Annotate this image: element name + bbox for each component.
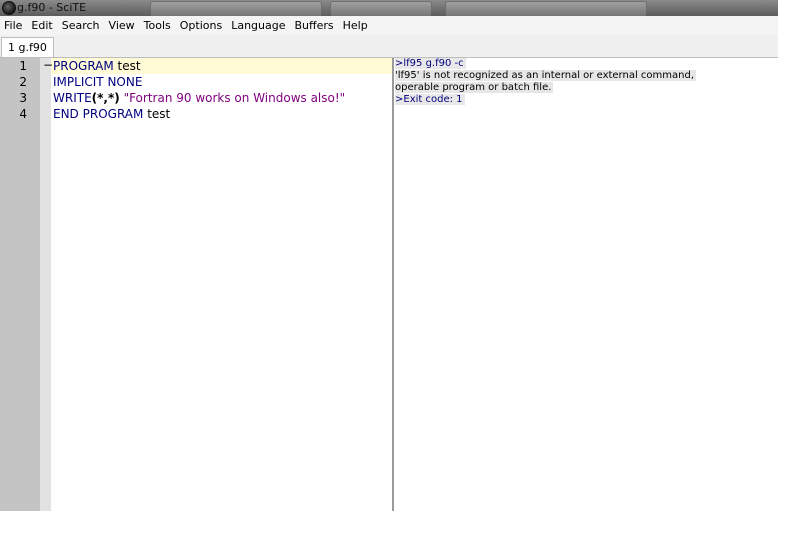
code-text: IMPLICIT NONE — [53, 74, 142, 90]
code-text: PROGRAM test — [53, 58, 141, 74]
code-text: END PROGRAM test — [53, 106, 170, 122]
scite-app-icon[interactable] — [2, 1, 16, 15]
code-token: NONE — [107, 75, 143, 89]
output-line: >lf95 g.f90 -c — [394, 58, 778, 70]
code-token: (*,*) — [91, 91, 120, 105]
code-token: WRITE — [53, 91, 92, 105]
menu-file[interactable]: File — [0, 16, 27, 35]
background-taskbar-item — [330, 1, 432, 17]
code-token: IMPLICIT — [53, 75, 104, 89]
window-title: g.f90 - SciTE — [17, 1, 87, 14]
code-line[interactable]: 1 − PROGRAM test — [0, 58, 392, 74]
menu-options[interactable]: Options — [176, 16, 227, 35]
code-token: PROGRAM — [53, 59, 114, 73]
output-text: >Exit code: 1 — [395, 94, 465, 105]
menu-bar: File Edit Search View Tools Options Lang… — [0, 16, 778, 36]
menu-search[interactable]: Search — [58, 16, 105, 35]
line-number: 4 — [19, 107, 27, 121]
output-line: 'lf95' is not recognized as an internal … — [394, 70, 778, 82]
fold-marker-icon[interactable]: − — [43, 58, 53, 73]
code-token: test — [113, 59, 141, 73]
menu-help[interactable]: Help — [339, 16, 373, 35]
code-line[interactable]: 2 IMPLICIT NONE — [0, 74, 392, 90]
output-text: operable program or batch file. — [395, 82, 554, 93]
code-token: PROGRAM — [82, 107, 144, 121]
output-text: >lf95 g.f90 -c — [395, 58, 466, 69]
code-line[interactable]: 4 END PROGRAM test — [0, 106, 392, 122]
background-taskbar-item — [445, 1, 647, 17]
line-number-gutter — [0, 58, 40, 511]
output-line: >Exit code: 1 — [394, 94, 778, 106]
background-taskbar-item — [150, 1, 322, 17]
title-bar[interactable]: g.f90 - SciTE — [0, 0, 778, 17]
menu-buffers[interactable]: Buffers — [291, 16, 339, 35]
menu-edit[interactable]: Edit — [27, 16, 57, 35]
line-number: 3 — [19, 91, 27, 105]
code-token: END — [53, 107, 79, 121]
menu-tools[interactable]: Tools — [140, 16, 176, 35]
line-number: 2 — [19, 75, 27, 89]
fold-margin[interactable] — [40, 58, 51, 511]
code-token: test — [143, 107, 171, 121]
tab-g-f90[interactable]: 1 g.f90 — [1, 37, 54, 57]
output-pane[interactable]: >lf95 g.f90 -c'lf95' is not recognized a… — [394, 58, 778, 511]
line-number: 1 — [19, 59, 27, 73]
menu-view[interactable]: View — [105, 16, 140, 35]
scite-window: g.f90 - SciTE File Edit Search View Tool… — [0, 0, 778, 511]
code-text: WRITE(*,*) "Fortran 90 works on Windows … — [53, 90, 345, 106]
menu-language[interactable]: Language — [227, 16, 290, 35]
output-text: 'lf95' is not recognized as an internal … — [395, 70, 697, 81]
code-editor[interactable]: 1− PROGRAM test 2 IMPLICIT NONE 3 WRITE(*,*) … — [0, 58, 392, 511]
code-token: "Fortran 90 works on Windows also!" — [123, 91, 346, 105]
code-line[interactable]: 3 WRITE(*,*) "Fortran 90 works on Windows… — [0, 90, 392, 106]
buffer-tab-bar: 1 g.f90 — [0, 35, 778, 58]
code-area[interactable]: 1− PROGRAM test 2 IMPLICIT NONE 3 WRITE(*,*) … — [0, 58, 392, 122]
output-line: operable program or batch file. — [394, 82, 778, 94]
